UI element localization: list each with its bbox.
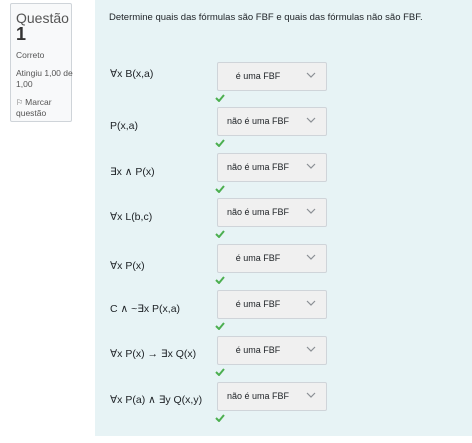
answer-select[interactable]: não é uma FBF <box>217 382 327 411</box>
formula-label: ∀x P(x) → ∃x Q(x) <box>110 348 197 360</box>
answer-row: ∀x P(a) ∧ ∃y Q(x,y) não é uma FBF <box>95 382 472 427</box>
check-icon <box>215 368 225 376</box>
chevron-down-icon <box>306 163 316 169</box>
answer-select-value: não é uma FBF <box>226 391 290 401</box>
chevron-down-icon <box>306 300 316 306</box>
formula-label: ∀x B(x,a) <box>110 68 154 80</box>
answer-select[interactable]: é uma FBF <box>217 290 327 319</box>
check-icon <box>215 414 225 422</box>
formula-label: ∀x P(x) <box>110 260 145 272</box>
check-icon <box>215 94 225 102</box>
check-icon <box>215 185 225 193</box>
answer-select-value: não é uma FBF <box>226 162 290 172</box>
chevron-down-icon <box>306 72 316 78</box>
formula-label: ∀x L(b,c) <box>110 211 153 223</box>
flag-question-link[interactable]: ⚐ Marcar questão <box>16 97 74 119</box>
check-icon <box>215 139 225 147</box>
answer-select-value: não é uma FBF <box>226 116 290 126</box>
chevron-down-icon <box>306 117 316 123</box>
formula-label: P(x,a) <box>110 120 139 132</box>
answer-select[interactable]: é uma FBF <box>217 336 327 365</box>
answer-select[interactable]: não é uma FBF <box>217 107 327 136</box>
answer-select-value: não é uma FBF <box>226 207 290 217</box>
question-grade: Atingiu 1,00 de 1,00 <box>16 68 73 89</box>
answer-select[interactable]: é uma FBF <box>217 244 327 273</box>
answer-select[interactable]: não é uma FBF <box>217 153 327 182</box>
question-info-panel: Questão 1 Correto Atingiu 1,00 de 1,00 ⚐… <box>10 3 74 122</box>
check-icon <box>215 322 225 330</box>
chevron-down-icon <box>306 208 316 214</box>
answer-row: ∀x P(x) é uma FBF <box>95 244 472 289</box>
check-icon <box>215 276 225 284</box>
flag-icon: ⚐ <box>16 98 24 107</box>
answer-select-value: é uma FBF <box>235 299 281 309</box>
answer-row: ∀x L(b,c) não é uma FBF <box>95 198 472 243</box>
formula-label: ∃x ∧ P(x) <box>110 166 155 178</box>
chevron-down-icon <box>306 254 316 260</box>
chevron-down-icon <box>306 392 316 398</box>
answer-row: ∃x ∧ P(x) não é uma FBF <box>95 152 472 197</box>
answer-row: P(x,a) não é uma FBF <box>95 106 472 151</box>
answer-select[interactable]: é uma FBF <box>217 62 327 91</box>
answer-select[interactable]: não é uma FBF <box>217 198 327 227</box>
chevron-down-icon <box>306 346 316 352</box>
answer-select-value: é uma FBF <box>235 71 281 81</box>
answer-select-value: é uma FBF <box>235 253 281 263</box>
formula-label: C ∧ ~∃x P(x,a) <box>110 303 181 315</box>
question-state: Correto <box>16 50 45 60</box>
answer-row: ∀x P(x) → ∃x Q(x) é uma FBF <box>95 336 472 381</box>
check-icon <box>215 230 225 238</box>
question-number: 1 <box>16 24 27 44</box>
answer-select-value: é uma FBF <box>235 345 281 355</box>
question-prompt: Determine quais das fórmulas são FBF e q… <box>109 12 423 23</box>
question-content: Determine quais das fórmulas são FBF e q… <box>95 0 472 436</box>
answer-row: ∀x B(x,a) é uma FBF <box>95 60 472 105</box>
formula-label: ∀x P(a) ∧ ∃y Q(x,y) <box>110 394 203 406</box>
answer-row: C ∧ ~∃x P(x,a) é uma FBF <box>95 290 472 335</box>
